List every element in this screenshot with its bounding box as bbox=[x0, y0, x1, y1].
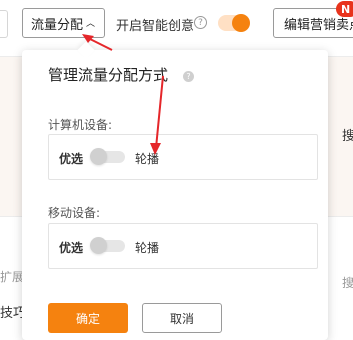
popover-arrow bbox=[77, 41, 95, 59]
desktop-allocation-switch[interactable] bbox=[90, 148, 125, 165]
smart-creative-label: 开启智能创意 bbox=[116, 19, 195, 34]
help-icon[interactable]: ? bbox=[183, 71, 194, 82]
flow-allocation-popover: 管理流量分配方式 ? 计算机设备: 优选 轮播 移动设备: 优选 轮播 确定 取… bbox=[22, 41, 328, 340]
cancel-button[interactable]: 取消 bbox=[142, 303, 222, 333]
rotate-option[interactable]: 轮播 bbox=[135, 150, 159, 167]
switch-knob bbox=[90, 148, 107, 165]
popover-title: 管理流量分配方式 bbox=[48, 66, 169, 84]
mobile-allocation-box: 优选 轮播 bbox=[48, 223, 318, 269]
optimize-option[interactable]: 优选 bbox=[59, 150, 83, 167]
help-icon[interactable]: ? bbox=[194, 16, 207, 29]
background-right-text: 搜 bbox=[342, 129, 353, 144]
flow-allocation-dropdown[interactable]: 流量分配 ︿ bbox=[22, 8, 105, 38]
switch-knob bbox=[90, 237, 107, 254]
toggle-knob bbox=[232, 14, 250, 32]
rotate-option[interactable]: 轮播 bbox=[135, 239, 159, 256]
optimize-option[interactable]: 优选 bbox=[59, 239, 83, 256]
mobile-devices-label: 移动设备: bbox=[48, 206, 101, 220]
smart-creative-toggle[interactable] bbox=[218, 14, 250, 32]
desktop-allocation-box: 优选 轮播 bbox=[48, 134, 318, 180]
new-badge: N bbox=[336, 1, 353, 17]
chevron-up-icon: ︿ bbox=[86, 18, 96, 29]
background-right-text-2: 搜 bbox=[342, 276, 353, 290]
confirm-button[interactable]: 确定 bbox=[48, 303, 128, 333]
desktop-devices-label: 计算机设备: bbox=[48, 118, 113, 132]
flow-allocation-label: 流量分配 bbox=[31, 17, 84, 33]
left-edge-control[interactable] bbox=[0, 10, 8, 38]
mobile-allocation-switch[interactable] bbox=[90, 237, 125, 254]
